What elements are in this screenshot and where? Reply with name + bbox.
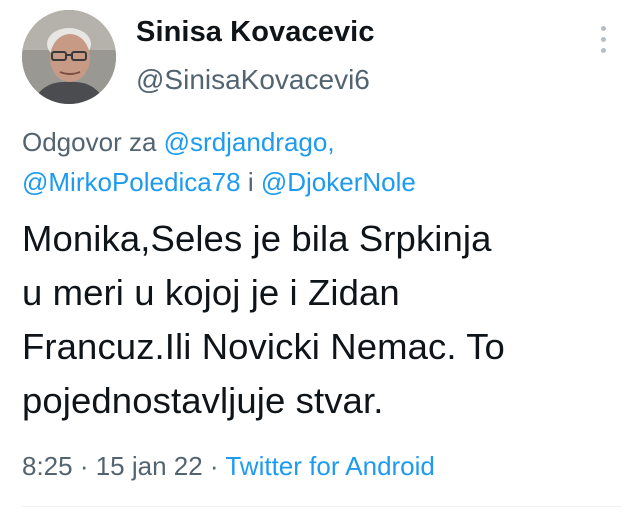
meta-separator: · [202,451,226,481]
tweet-time[interactable]: 8:25 [22,451,73,481]
tweet-text: Monika,Seles je bila Srpkinja u meri u k… [22,212,632,428]
tweet-source-link[interactable]: Twitter for Android [225,451,435,481]
more-dot [601,48,606,53]
author-handle[interactable]: @SinisaKovacevi6 [136,64,370,96]
tweet-text-line: pojednostavljuje stvar. [22,380,384,421]
meta-separator: · [72,451,96,481]
author-display-name[interactable]: Sinisa Kovacevic [136,16,375,49]
tweet-text-line: Monika,Seles je bila Srpkinja [22,218,492,259]
reply-prefix: Odgovor za [22,127,164,157]
tweet-text-line: Francuz.Ili Novicki Nemac. To [22,326,505,367]
profile-photo-image [22,10,116,104]
avatar[interactable] [22,10,116,104]
mention-link-srdjandrago[interactable]: @srdjandrago, [164,127,335,157]
tweet-date[interactable]: 15 jan 22 [96,451,203,481]
reply-conjunction: i [240,167,261,197]
tweet: Sinisa Kovacevic @SinisaKovacevi6 Odgovo… [0,0,640,522]
mention-link-djokernole[interactable]: @DjokerNole [261,167,416,197]
tweet-metadata: 8:25 · 15 jan 22 · Twitter for Android [22,448,435,484]
reply-context: Odgovor za @srdjandrago, @MirkoPoledica7… [22,122,622,202]
more-dot [601,26,606,31]
mention-link-mirkopoledica78[interactable]: @MirkoPoledica78 [22,167,241,197]
more-dot [601,37,606,42]
tweet-text-line: u meri u kojoj je i Zidan [22,272,400,313]
divider [22,506,622,507]
more-vertical-icon[interactable] [592,22,616,58]
